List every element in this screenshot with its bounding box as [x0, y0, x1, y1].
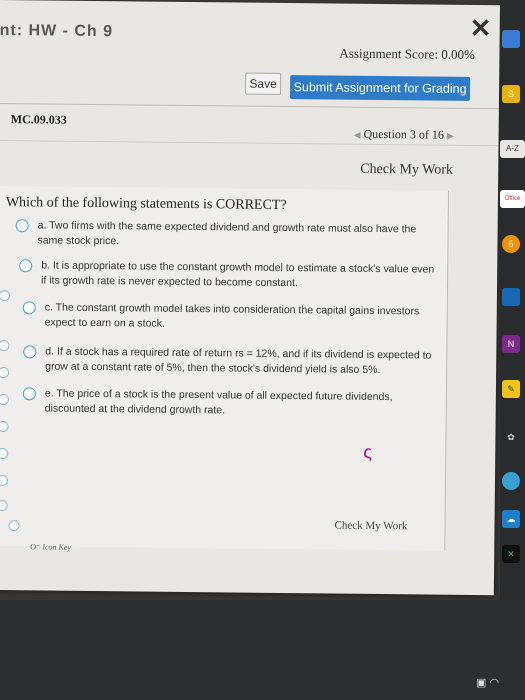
radio-button[interactable]: [15, 219, 29, 233]
pencil-icon[interactable]: ✎: [502, 380, 520, 398]
radio-button[interactable]: [22, 387, 36, 401]
option-label: e. The price of a stock is the present v…: [44, 387, 393, 417]
radio-button[interactable]: [23, 345, 37, 359]
keyboard-icon[interactable]: ▣: [476, 677, 486, 689]
app-icon[interactable]: [502, 288, 520, 306]
radio-button[interactable]: [19, 259, 33, 273]
option-label: c. The constant growth model takes into …: [44, 301, 420, 330]
check-my-work-link-top[interactable]: Check My Work: [360, 162, 453, 179]
question-list-radios: [0, 0, 500, 532]
submit-assignment-button[interactable]: Submit Assignment for Grading: [289, 75, 471, 101]
check-my-work-link-bottom[interactable]: Check My Work: [334, 520, 407, 533]
pen-stroke-mark: ς: [363, 441, 373, 462]
radio-button[interactable]: [22, 301, 36, 315]
side-taskbar: S A-Z Office 6 N ✎ ✿ ☁ ✕: [500, 0, 525, 600]
key-icon: O⁻: [30, 542, 41, 552]
option-label: d. If a stock has a required rate of ret…: [45, 345, 432, 377]
option-label: b. It is appropriate to use the constant…: [41, 259, 435, 290]
question-navigator: ◀ Question 3 of 16 ▶: [354, 127, 454, 143]
onenote-icon[interactable]: N: [502, 335, 520, 353]
chevron-right-icon[interactable]: ▶: [447, 131, 454, 141]
save-button[interactable]: Save: [245, 72, 282, 95]
screen-bezel: [0, 600, 525, 700]
question-text: Which of the following statements is COR…: [5, 195, 287, 214]
question-nav-label: Question 3 of 16: [363, 126, 444, 142]
window-title: nt: HW - Ch 9: [0, 21, 114, 41]
option-label: a. Two firms with the same expected divi…: [37, 219, 417, 248]
assignment-window: nt: HW - Ch 9 ✕ Assignment Score: 0.00% …: [0, 0, 500, 596]
chevron-left-icon[interactable]: ◀: [354, 130, 361, 140]
assignment-score: Assignment Score: 0.00%: [339, 45, 475, 62]
system-tray: ▣ ◠: [476, 676, 499, 689]
icon-key[interactable]: O⁻ Icon Key: [30, 542, 71, 551]
az-tab[interactable]: A-Z: [500, 140, 525, 158]
app-icon[interactable]: [502, 472, 520, 490]
close-icon[interactable]: ✕: [470, 13, 492, 43]
icon-key-label: Icon Key: [42, 542, 71, 552]
divider: [0, 102, 499, 110]
office-icon[interactable]: Office: [500, 190, 525, 208]
app-icon[interactable]: ✿: [502, 428, 520, 446]
app-icon[interactable]: 6: [502, 235, 520, 253]
app-icon[interactable]: S: [502, 85, 520, 103]
app-icon[interactable]: [502, 30, 520, 48]
radio-button[interactable]: [8, 520, 20, 532]
app-icon[interactable]: ✕: [502, 545, 520, 563]
wifi-icon[interactable]: ◠: [489, 677, 499, 689]
cloud-icon[interactable]: ☁: [502, 510, 520, 528]
question-code: MC.09.033: [10, 112, 67, 127]
